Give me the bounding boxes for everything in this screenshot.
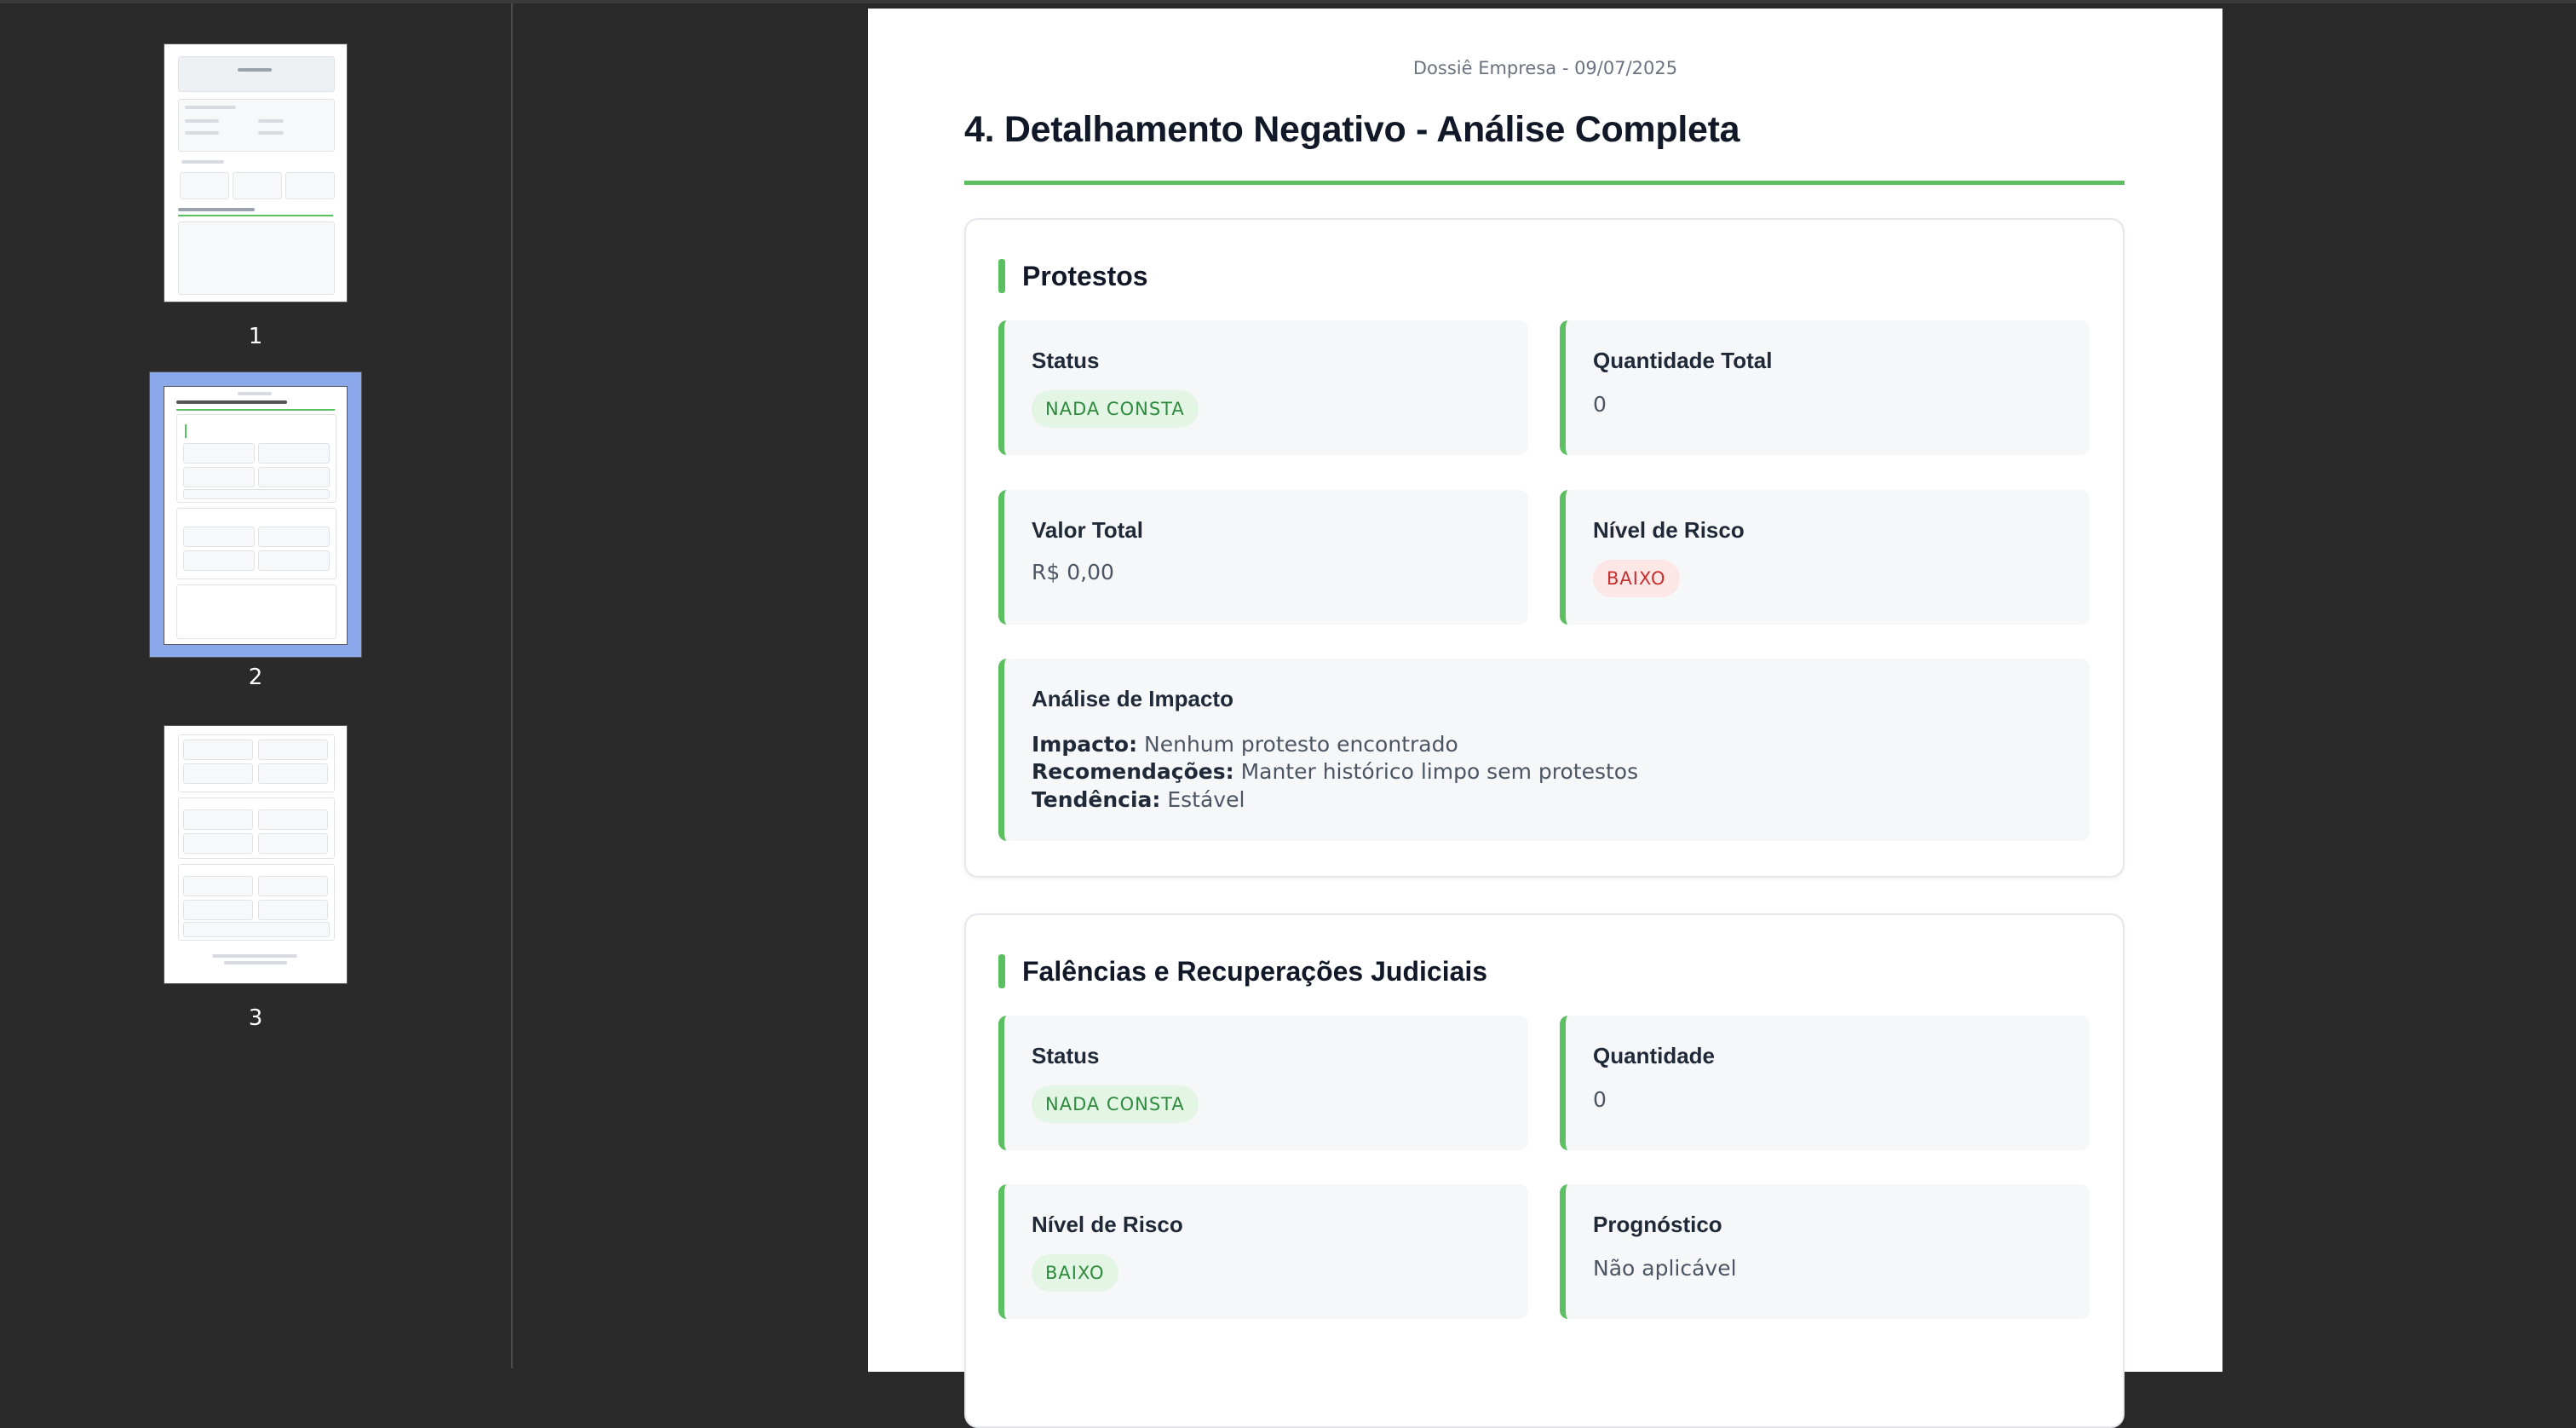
page-thumbnail-1[interactable] (164, 44, 347, 302)
section-title: Protestos (1022, 260, 1148, 291)
card-analise-de-impacto: Análise de Impacto Impacto: Nenhum prote… (998, 659, 2090, 841)
page-title: 4. Detalhamento Negativo - Análise Compl… (964, 109, 1740, 150)
thumb-card (183, 489, 330, 499)
section-protestos: Protestos Status NADA CONSTA Quantidade … (964, 218, 2125, 878)
thumbnail-sidebar[interactable]: 1 2 3 (0, 3, 513, 1368)
thumb-card (183, 740, 253, 760)
card-label: Status (1032, 1043, 1100, 1068)
section-heading: Protestos (998, 259, 1148, 293)
page-header: Dossiê Empresa - 09/07/2025 (1412, 58, 1678, 78)
impact-line-recomendacoes: Recomendações: Manter histórico limpo se… (1032, 759, 1638, 784)
risk-badge: BAIXO (1593, 560, 1680, 597)
thumb-header-block (178, 56, 335, 92)
thumb-card (183, 876, 253, 896)
thumb-card (183, 809, 253, 830)
card-value: Não aplicável (1593, 1256, 1737, 1281)
thumb-green-rule (176, 409, 335, 411)
thumb-section-title (178, 208, 255, 211)
thumb-text-line (181, 160, 224, 164)
card-label: Quantidade (1593, 1043, 1716, 1068)
card-label: Nível de Risco (1593, 517, 1745, 543)
card-label: Quantidade Total (1593, 348, 1773, 373)
page-thumbnail-3[interactable] (164, 726, 347, 983)
thumb-card (258, 550, 330, 571)
thumb-green-rule (178, 215, 333, 216)
card-value: 0 (1593, 392, 1607, 417)
status-badge: NADA CONSTA (1032, 1085, 1199, 1123)
impact-line-impacto: Impacto: Nenhum protesto encontrado (1032, 732, 1458, 757)
card-label: Prognóstico (1593, 1212, 1722, 1237)
thumb-text-line (185, 131, 219, 135)
card-status: Status NADA CONSTA (998, 1016, 1528, 1150)
card-quantidade: Quantidade 0 (1560, 1016, 2090, 1150)
impact-key: Recomendações: (1032, 759, 1234, 784)
section-heading: Falências e Recuperações Judiciais (998, 954, 1487, 988)
thumb-text-line (258, 131, 284, 135)
thumb-card (183, 550, 255, 571)
card-nivel-de-risco: Nível de Risco BAIXO (1560, 490, 2090, 625)
thumb-card (183, 922, 330, 937)
thumb-card (183, 833, 253, 854)
thumb-section-box (176, 584, 336, 639)
thumb-card (183, 467, 255, 487)
card-quantidade-total: Quantidade Total 0 (1560, 320, 2090, 455)
thumbnail-page-number: 2 (248, 665, 263, 690)
thumb-card (258, 527, 330, 547)
document-viewer[interactable]: Dossiê Empresa - 09/07/2025 4. Detalhame… (513, 3, 2576, 1428)
card-label: Nível de Risco (1032, 1212, 1183, 1237)
thumb-card (183, 527, 255, 547)
risk-badge: BAIXO (1032, 1254, 1118, 1292)
impact-value: Nenhum protesto encontrado (1144, 732, 1458, 757)
card-status: Status NADA CONSTA (998, 320, 1528, 455)
card-nivel-de-risco: Nível de Risco BAIXO (998, 1184, 1528, 1319)
thumb-card (258, 740, 328, 760)
thumb-card (258, 833, 328, 854)
thumb-stat-box (285, 172, 335, 199)
card-label: Análise de Impacto (1032, 686, 1233, 711)
section-falencias: Falências e Recuperações Judiciais Statu… (964, 913, 2125, 1428)
card-label: Status (1032, 348, 1100, 373)
thumb-card (183, 443, 255, 464)
section-accent-bar (998, 954, 1005, 988)
thumb-accent-bar (185, 424, 187, 438)
section-title: Falências e Recuperações Judiciais (1022, 955, 1488, 987)
thumb-text-line (224, 961, 287, 964)
status-badge: NADA CONSTA (1032, 390, 1199, 428)
card-valor-total: Valor Total R$ 0,00 (998, 490, 1528, 625)
thumb-text-line (212, 954, 297, 958)
document-page: Dossiê Empresa - 09/07/2025 4. Detalhame… (868, 9, 2222, 1428)
thumb-text-line (185, 106, 236, 109)
thumb-title-line (176, 400, 287, 404)
thumb-card (258, 467, 330, 487)
impact-line-tendencia: Tendência: Estável (1032, 787, 1245, 812)
thumb-card (258, 876, 328, 896)
thumb-stat-box (180, 172, 229, 199)
thumb-text-line (185, 119, 219, 123)
thumb-card (258, 763, 328, 784)
title-underline (964, 181, 2125, 185)
impact-value: Manter histórico limpo sem protestos (1240, 759, 1639, 784)
page-thumbnail-2[interactable] (164, 387, 347, 644)
thumb-stat-box (233, 172, 282, 199)
thumb-card (183, 763, 253, 784)
impact-key: Impacto: (1032, 732, 1138, 757)
thumb-title-line (238, 68, 272, 72)
thumbnail-page-number: 1 (248, 324, 263, 349)
card-value: 0 (1593, 1087, 1607, 1112)
impact-value: Estável (1167, 787, 1245, 812)
section-accent-bar (998, 259, 1005, 293)
thumb-card (183, 900, 253, 920)
thumbnail-page-number: 3 (248, 1005, 263, 1031)
thumb-text-line (238, 392, 272, 395)
card-value: R$ 0,00 (1032, 560, 1114, 584)
card-prognostico: Prognóstico Não aplicável (1560, 1184, 2090, 1319)
thumb-card (258, 900, 328, 920)
thumb-card (258, 443, 330, 464)
thumb-card (258, 809, 328, 830)
impact-key: Tendência: (1032, 787, 1161, 812)
card-label: Valor Total (1032, 517, 1143, 543)
thumb-text-line (258, 119, 284, 123)
thumb-section-box (178, 222, 335, 295)
